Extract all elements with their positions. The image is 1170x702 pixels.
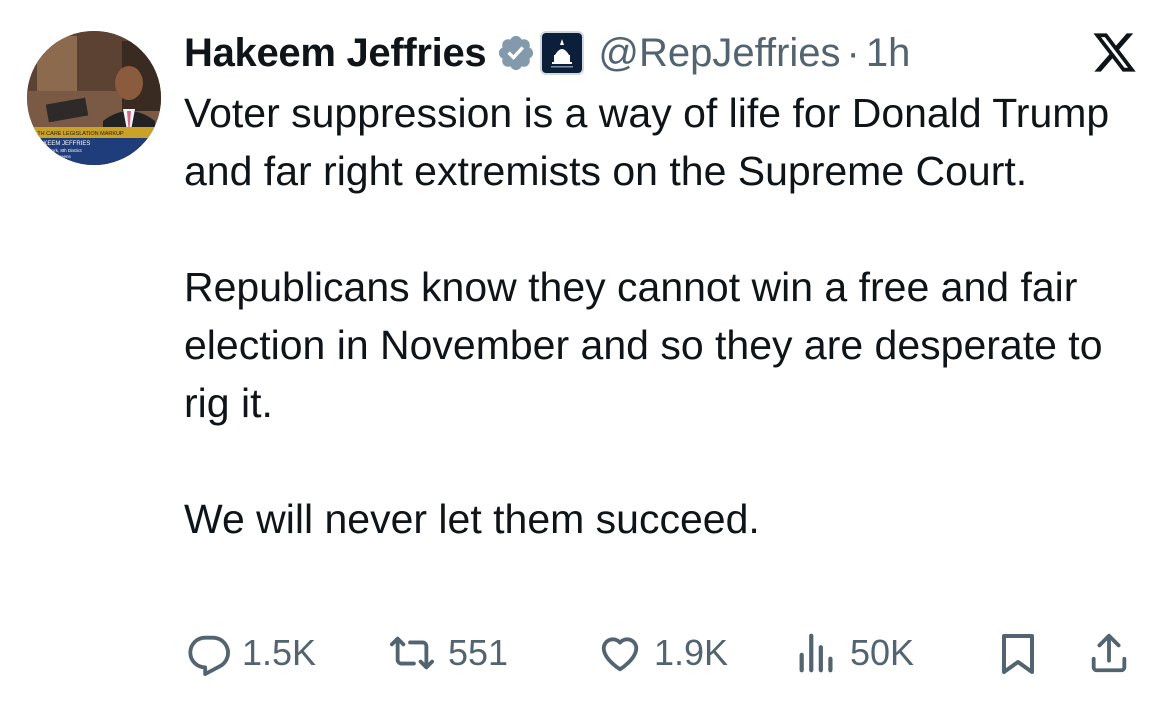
- avatar[interactable]: ALTH CARE LEGISLATION MARKUP HAKEEM JEFF…: [27, 31, 161, 165]
- x-logo-icon[interactable]: [1089, 29, 1140, 76]
- author-handle[interactable]: @RepJeffries: [598, 31, 840, 76]
- tweet-paragraph: We will never let them succeed.: [184, 496, 760, 542]
- repost-icon: [386, 630, 438, 676]
- like-icon: [596, 630, 644, 676]
- repost-count: 551: [448, 632, 509, 673]
- action-bar: 1.5K 551 1.9K 50K: [186, 625, 1146, 681]
- avatar-caption-line4: Queens: [55, 154, 72, 159]
- affiliation-badge-icon[interactable]: [540, 31, 585, 75]
- like-button[interactable]: 1.9K: [596, 625, 728, 681]
- tweet-text: Voter suppression is a way of life for D…: [184, 84, 1144, 548]
- bookmark-icon: [994, 629, 1042, 677]
- reply-button[interactable]: 1.5K: [186, 625, 316, 681]
- author-name[interactable]: Hakeem Jeffries: [184, 31, 487, 76]
- views-count: 50K: [850, 632, 915, 673]
- tweet-header: Hakeem Jeffries @RepJeffries · 1h: [184, 26, 910, 80]
- timestamp[interactable]: 1h: [866, 31, 911, 76]
- like-count: 1.9K: [654, 632, 729, 673]
- views-button[interactable]: 50K: [794, 625, 914, 681]
- tweet-paragraph: Republicans know they cannot win a free …: [184, 264, 1103, 426]
- separator-dot: ·: [846, 30, 860, 75]
- share-icon: [1086, 630, 1132, 676]
- reply-count: 1.5K: [242, 632, 317, 673]
- verified-badge-icon[interactable]: [496, 33, 536, 73]
- repost-button[interactable]: 551: [386, 625, 508, 681]
- bookmark-button[interactable]: [994, 625, 1042, 681]
- avatar-caption-line3: York, 8th District: [49, 148, 82, 153]
- reply-icon: [186, 630, 232, 676]
- avatar-caption-line1: ALTH CARE LEGISLATION MARKUP: [31, 131, 124, 137]
- avatar-image: ALTH CARE LEGISLATION MARKUP HAKEEM JEFF…: [27, 31, 161, 165]
- share-button[interactable]: [1086, 625, 1132, 681]
- tweet-paragraph: Voter suppression is a way of life for D…: [184, 90, 1110, 194]
- views-icon: [794, 630, 840, 676]
- avatar-caption-line2: HAKEEM JEFFRIES: [35, 141, 90, 147]
